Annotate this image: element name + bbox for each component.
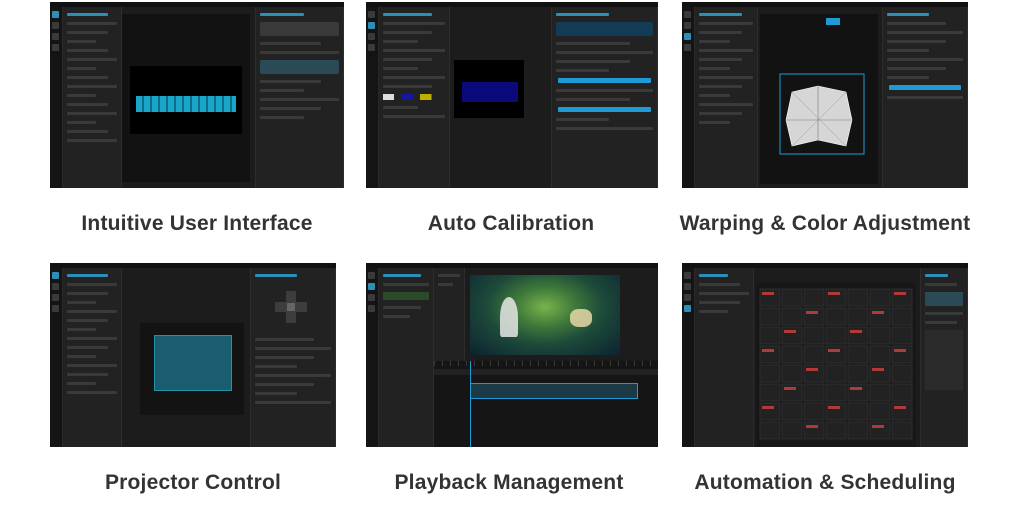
screenshot-projector-control — [50, 263, 336, 447]
warp-grid-icon[interactable] — [760, 14, 878, 184]
direction-pad-icon[interactable] — [271, 289, 311, 325]
timeline[interactable] — [434, 361, 658, 447]
media-preview — [470, 275, 620, 355]
app-sidebar[interactable] — [682, 7, 695, 188]
caption-warping-color: Warping & Color Adjustment — [679, 212, 971, 235]
schedule-settings-panel[interactable] — [920, 268, 968, 447]
projector-settings-panel[interactable] — [250, 268, 336, 447]
projector-list-panel[interactable] — [63, 268, 122, 447]
caption-auto-calibration: Auto Calibration — [427, 212, 595, 235]
preview-canvas[interactable] — [122, 14, 250, 182]
warp-settings-panel[interactable] — [882, 7, 968, 188]
app-sidebar[interactable] — [366, 7, 379, 188]
camera-list-panel[interactable] — [379, 7, 450, 188]
caption-intuitive-ui: Intuitive User Interface — [81, 212, 313, 235]
app-sidebar[interactable] — [50, 7, 63, 188]
caption-projector-control: Projector Control — [104, 471, 282, 494]
caption-playback-management: Playback Management — [394, 471, 624, 494]
properties-panel[interactable] — [255, 7, 344, 188]
timeline-clip[interactable] — [470, 383, 638, 399]
screenshot-playback-management — [366, 263, 658, 447]
playhead[interactable] — [470, 361, 471, 447]
projector-area — [154, 335, 232, 391]
media-library-panel[interactable] — [379, 268, 434, 447]
app-sidebar[interactable] — [682, 268, 695, 447]
screenshot-auto-calibration — [366, 2, 658, 188]
warp-canvas[interactable] — [760, 14, 878, 184]
schedule-calendar[interactable] — [756, 283, 916, 447]
projected-pattern — [136, 96, 236, 112]
camera-preview — [454, 60, 524, 118]
screenshot-intuitive-ui — [50, 2, 344, 188]
caption-automation-scheduling: Automation & Scheduling — [694, 471, 956, 494]
layer-tree-panel[interactable] — [63, 7, 122, 188]
screenshot-warping-color — [682, 2, 968, 188]
calibration-panel[interactable] — [551, 7, 658, 188]
app-sidebar[interactable] — [50, 268, 63, 447]
event-list-panel[interactable] — [695, 268, 754, 447]
calendar-grid-icon — [759, 288, 913, 440]
app-sidebar[interactable] — [366, 268, 379, 447]
screenshot-automation-scheduling — [682, 263, 968, 447]
projector-preview[interactable] — [140, 323, 244, 415]
timeline-ruler — [434, 361, 658, 366]
layer-panel[interactable] — [695, 7, 758, 188]
playback-controls[interactable] — [434, 369, 658, 375]
